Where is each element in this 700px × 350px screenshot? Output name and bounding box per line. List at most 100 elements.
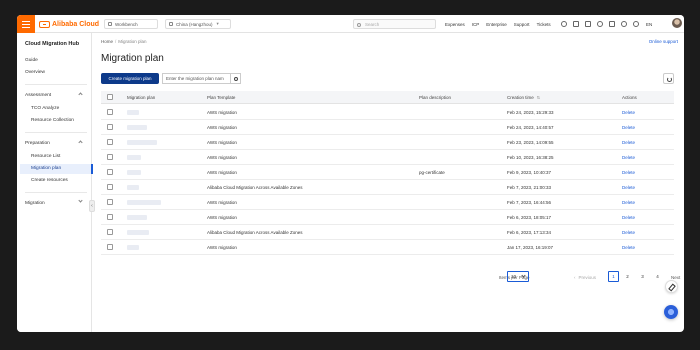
row-checkbox[interactable] xyxy=(107,105,113,119)
delete-link[interactable]: Delete xyxy=(622,180,635,194)
creation-time: Feb 23, 2023, 14:09:55 xyxy=(507,139,554,145)
sidebar-item-tco-analyze[interactable]: TCO Analyze xyxy=(31,106,59,111)
avatar[interactable] xyxy=(672,18,682,28)
sidebar-group-preparation[interactable]: Preparation xyxy=(25,141,50,146)
nav-link-expenses[interactable]: Expenses xyxy=(445,22,465,27)
delete-link[interactable]: Delete xyxy=(622,165,635,179)
notification-icon[interactable] xyxy=(597,21,603,27)
nav-link-icp[interactable]: ICP xyxy=(472,22,480,27)
creation-time: Feb 7, 2023, 16:44:56 xyxy=(507,199,552,205)
page-1-button[interactable]: 1 xyxy=(608,271,619,282)
chevron-down-icon[interactable] xyxy=(78,198,83,203)
global-search-input[interactable]: Search xyxy=(353,19,436,29)
page-4-button[interactable]: 4 xyxy=(652,271,663,282)
sidebar-group-migration[interactable]: Migration xyxy=(25,201,45,206)
help-icon[interactable] xyxy=(621,21,627,27)
page-2-button[interactable]: 2 xyxy=(622,271,633,282)
page-3-button[interactable]: 3 xyxy=(637,271,648,282)
plan-name-redacted[interactable] xyxy=(127,210,147,224)
search-placeholder: Search xyxy=(365,21,380,27)
table-row: Alibaba Cloud Migration Across Available… xyxy=(101,225,674,240)
column-header-actions: Actions xyxy=(622,94,637,100)
brand-logo[interactable]: Alibaba Cloud xyxy=(39,19,99,29)
plan-name-redacted[interactable] xyxy=(127,240,139,254)
chevron-up-icon[interactable] xyxy=(78,140,83,145)
terminal-icon[interactable] xyxy=(561,21,567,27)
delete-link[interactable]: Delete xyxy=(622,120,635,134)
sidebar-item-resource-collection[interactable]: Resource Collection xyxy=(31,118,74,123)
plan-template: AWS migration xyxy=(207,154,237,160)
items-per-page-select[interactable]: 10 xyxy=(507,271,529,282)
refresh-icon xyxy=(666,76,672,82)
sidebar-item-migration-plan[interactable]: Migration plan xyxy=(31,166,61,171)
row-checkbox[interactable] xyxy=(107,165,113,179)
page-title: Migration plan xyxy=(101,53,164,64)
menu-icon[interactable] xyxy=(17,15,35,33)
document-icon[interactable] xyxy=(585,21,591,27)
edit-feedback-icon[interactable] xyxy=(665,280,678,293)
delete-link[interactable]: Delete xyxy=(622,210,635,224)
brand-name: Alibaba Cloud xyxy=(52,20,100,28)
sort-icon[interactable]: ⇅ xyxy=(537,95,540,100)
plan-name-redacted[interactable] xyxy=(127,120,147,134)
delete-link[interactable]: Delete xyxy=(622,105,635,119)
plan-name-redacted[interactable] xyxy=(127,195,161,209)
row-checkbox[interactable] xyxy=(107,150,113,164)
assistant-icon[interactable] xyxy=(664,305,678,319)
plan-name-redacted[interactable] xyxy=(127,165,141,179)
select-all-checkbox[interactable] xyxy=(107,91,113,103)
row-checkbox[interactable] xyxy=(107,195,113,209)
sidebar-item-overview[interactable]: Overview xyxy=(25,70,45,75)
row-checkbox[interactable] xyxy=(107,240,113,254)
nav-link-enterprise[interactable]: Enterprise xyxy=(486,22,507,27)
creation-time: Feb 7, 2023, 21:00:33 xyxy=(507,184,552,190)
refresh-button[interactable] xyxy=(663,73,674,84)
delete-link[interactable]: Delete xyxy=(622,135,635,149)
message-icon[interactable] xyxy=(573,21,579,27)
migration-plan-filter-input[interactable]: Enter the migration plan nam xyxy=(162,73,230,84)
delete-link[interactable]: Delete xyxy=(622,195,635,209)
row-checkbox[interactable] xyxy=(107,120,113,134)
column-header-time-label: Creation time xyxy=(507,94,534,100)
delete-link[interactable]: Delete xyxy=(622,240,635,254)
bulb-icon[interactable] xyxy=(633,21,639,27)
creation-time: Feb 24, 2023, 14:40:57 xyxy=(507,124,554,130)
workbench-label: Workbench xyxy=(115,21,138,27)
plan-name-redacted[interactable] xyxy=(127,150,141,164)
row-checkbox[interactable] xyxy=(107,180,113,194)
row-checkbox[interactable] xyxy=(107,225,113,239)
delete-link[interactable]: Delete xyxy=(622,150,635,164)
nav-link-tickets[interactable]: Tickets xyxy=(537,22,551,27)
top-navigation-bar: Alibaba Cloud Workbench China (Hangzhou)… xyxy=(17,15,684,33)
chevron-up-icon[interactable] xyxy=(78,92,83,97)
divider xyxy=(25,84,87,85)
location-icon xyxy=(169,22,173,26)
table-row: AWS migration pg-certificate Feb 9, 2023, … xyxy=(101,165,674,180)
breadcrumb-home[interactable]: Home xyxy=(101,39,113,44)
filter-search-button[interactable] xyxy=(230,73,241,84)
app-window: Alibaba Cloud Workbench China (Hangzhou)… xyxy=(17,15,684,332)
plan-name-redacted[interactable] xyxy=(127,180,139,194)
online-support-link[interactable]: Online support xyxy=(649,39,678,44)
create-migration-plan-button[interactable]: Create migration plan xyxy=(101,73,159,84)
previous-page-button[interactable]: ‹ Previous xyxy=(574,271,596,283)
plan-name-redacted[interactable] xyxy=(127,225,149,239)
sidebar-item-create-resources[interactable]: Create resources xyxy=(31,178,68,183)
nav-link-support[interactable]: Support xyxy=(514,22,530,27)
plan-name-redacted[interactable] xyxy=(127,105,139,119)
sidebar-group-assessment[interactable]: Assessment xyxy=(25,93,51,98)
row-checkbox[interactable] xyxy=(107,210,113,224)
language-selector[interactable]: EN xyxy=(646,22,652,27)
sidebar-title: Cloud Migration Hub xyxy=(25,41,80,47)
column-header-plan: Migration plan xyxy=(127,94,156,100)
cart-icon[interactable] xyxy=(609,21,615,27)
sidebar-item-resource-list[interactable]: Resource List xyxy=(31,154,60,159)
plan-name-redacted[interactable] xyxy=(127,135,157,149)
column-header-time[interactable]: Creation time ⇅ xyxy=(507,91,540,103)
sidebar-item-guide[interactable]: Guide xyxy=(25,58,38,63)
delete-link[interactable]: Delete xyxy=(622,225,635,239)
creation-time: Feb 24, 2023, 15:29:33 xyxy=(507,109,554,115)
row-checkbox[interactable] xyxy=(107,135,113,149)
region-selector[interactable]: China (Hangzhou) ▾ xyxy=(165,19,231,29)
workbench-button[interactable]: Workbench xyxy=(104,19,158,29)
